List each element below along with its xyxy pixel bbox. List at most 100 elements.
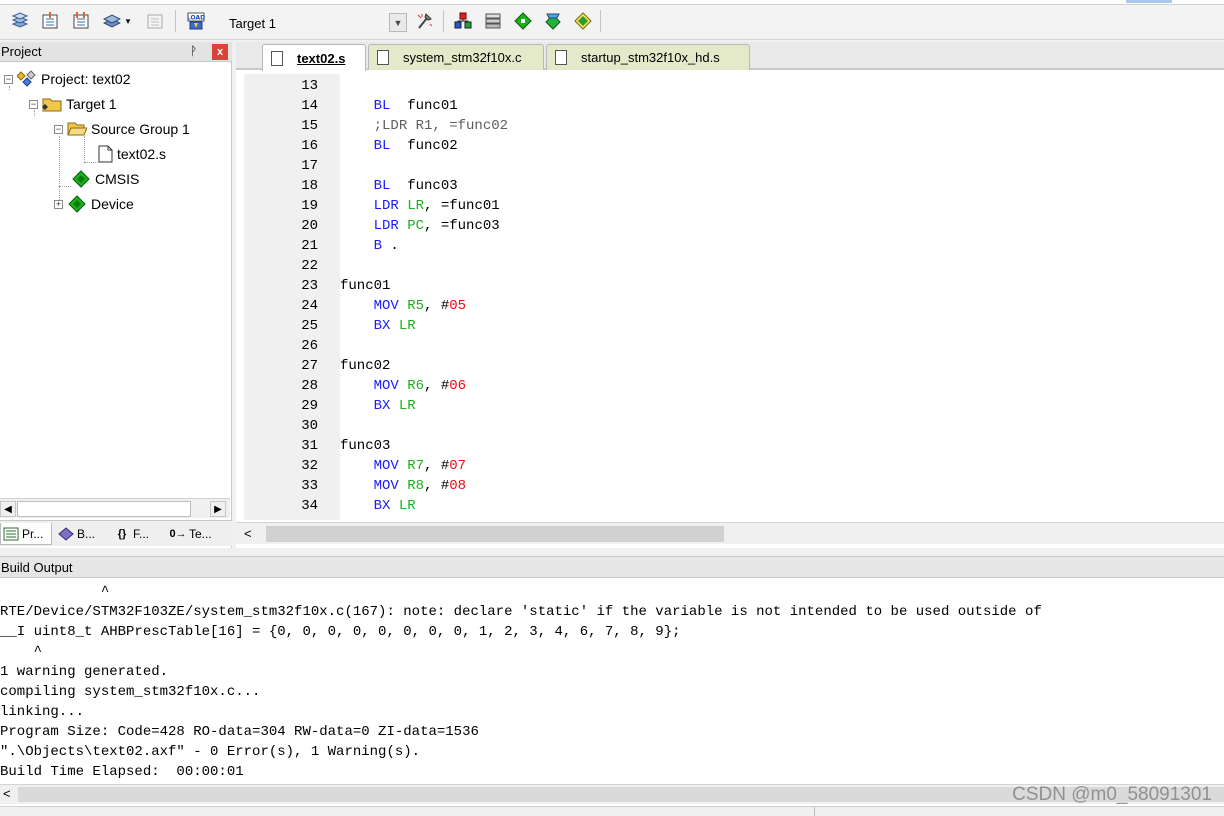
select-packs-icon[interactable] (483, 11, 503, 31)
code-line[interactable]: 33 MOV R8, #08 (244, 476, 1224, 496)
tree-item-label: CMSIS (95, 171, 140, 187)
code-line[interactable]: 22 (244, 256, 1224, 276)
code-line[interactable]: 20 LDR PC, =func03 (244, 216, 1224, 236)
tab-label: F... (133, 527, 150, 541)
target-options-icon[interactable] (415, 11, 435, 31)
tree-item-label: Source Group 1 (91, 121, 190, 137)
editor-horizontal-scrollbar[interactable]: < (236, 522, 1224, 544)
tree-item-label: text02.s (117, 146, 167, 162)
download-icon[interactable]: LOAD (186, 11, 206, 31)
file-icon (377, 50, 389, 65)
code-line[interactable]: 34 BX LR (244, 496, 1224, 516)
code-area[interactable]: 13 14 BL func01 15 ;LDR R1, =func02 16 BL f… (244, 74, 1224, 520)
build-icon[interactable] (40, 11, 60, 31)
code-text: B . (340, 236, 399, 256)
tree-item-target[interactable]: − Target 1 (29, 93, 117, 115)
line-number: 28 (301, 378, 318, 394)
scroll-thumb[interactable] (266, 526, 724, 542)
tab-templates[interactable]: 0→ Te... (168, 523, 228, 545)
scroll-left-icon[interactable]: < (244, 526, 252, 541)
line-number: 32 (301, 458, 318, 474)
project-panel-title: Project (1, 44, 42, 59)
tree-item-project[interactable]: − Project: text02 (4, 68, 131, 90)
line-number: 24 (301, 298, 318, 314)
batch-build-dropdown-icon[interactable]: ▾ (122, 11, 134, 31)
batch-build-icon[interactable] (102, 11, 122, 31)
tree-item-source-group[interactable]: − Source Group 1 (54, 118, 190, 140)
tab-system-stm32f10x-c[interactable]: system_stm32f10x.c (368, 44, 544, 70)
code-line[interactable]: 17 (244, 156, 1224, 176)
code-line[interactable]: 13 (244, 76, 1224, 96)
collapse-icon[interactable]: − (4, 74, 13, 84)
code-token: BL (373, 138, 391, 154)
code-token: , =func03 (424, 218, 500, 234)
tab-label: text02.s (297, 50, 346, 66)
line-number: 35 (244, 516, 318, 520)
code-line[interactable]: 15 ;LDR R1, =func02 (244, 116, 1224, 136)
project-icon (17, 70, 37, 88)
code-line[interactable]: 21 B . (244, 236, 1224, 256)
file-icon (97, 145, 113, 163)
code-line[interactable]: 29 BX LR (244, 396, 1224, 416)
code-line[interactable]: 16 BL func02 (244, 136, 1224, 156)
tab-functions[interactable]: {} F... (112, 523, 164, 545)
code-token: R8 (407, 478, 425, 494)
build-output-line: compiling system_stm32f10x.c... (0, 684, 261, 700)
code-line[interactable]: 23 func01 (244, 276, 1224, 296)
code-line[interactable]: 24 MOV R5, #05 (244, 296, 1224, 316)
code-token: 07 (449, 458, 467, 474)
pack-installer-icon[interactable] (513, 11, 533, 31)
code-token: . (382, 238, 399, 254)
pin-icon[interactable]: ᚹ (190, 44, 197, 58)
code-line[interactable]: 18 BL func03 (244, 176, 1224, 196)
code-token: B (373, 238, 383, 254)
tree-item-cmsis[interactable]: CMSIS (71, 168, 139, 190)
code-line[interactable]: 26 (244, 336, 1224, 356)
tree-connector (84, 162, 98, 163)
tree-item-file[interactable]: text02.s (97, 143, 166, 165)
manage-components-icon[interactable] (453, 11, 473, 31)
manage-rte-icon[interactable] (543, 11, 563, 31)
translate-icon[interactable] (10, 11, 30, 31)
tab-books[interactable]: B... (56, 523, 108, 545)
code-line[interactable]: 14 BL func01 (244, 96, 1224, 116)
code-line[interactable]: 32 MOV R7, #07 (244, 456, 1224, 476)
code-line[interactable]: 30 (244, 416, 1224, 436)
project-horizontal-scrollbar[interactable]: ◀ ▶ (0, 498, 230, 518)
templates-tab-icon: 0→ (169, 528, 187, 540)
code-line[interactable]: 35 (244, 516, 1224, 520)
chevron-down-icon[interactable]: ▼ (389, 13, 407, 32)
scroll-thumb[interactable] (17, 501, 191, 517)
code-token: func01 (390, 98, 458, 114)
target-select[interactable]: Target 1 ▼ (222, 11, 408, 33)
event-recorder-icon[interactable] (573, 11, 593, 31)
code-line[interactable]: 25 BX LR (244, 316, 1224, 336)
tab-startup-stm32f10x-hd-s[interactable]: startup_stm32f10x_hd.s (546, 44, 750, 70)
code-line[interactable]: 31 func03 (244, 436, 1224, 456)
rebuild-icon[interactable] (71, 11, 91, 31)
line-number: 25 (301, 318, 318, 334)
code-line[interactable]: 27 func02 (244, 356, 1224, 376)
scroll-left-icon[interactable]: ◀ (0, 501, 16, 517)
tab-project[interactable]: Pr... (0, 523, 52, 545)
tree-item-device[interactable]: + Device (54, 193, 134, 215)
code-token: , # (424, 478, 450, 494)
expand-icon[interactable]: + (54, 199, 63, 209)
close-icon[interactable]: x (212, 44, 228, 60)
tab-label: Pr... (22, 526, 44, 541)
tab-text02-s[interactable]: text02.s (262, 44, 366, 71)
code-text: ;LDR R1, =func02 (340, 116, 508, 136)
scroll-left-icon[interactable]: < (3, 786, 11, 801)
tree-connector (59, 186, 71, 187)
code-line[interactable]: 28 MOV R6, #06 (244, 376, 1224, 396)
code-line[interactable]: 19 LDR LR, =func01 (244, 196, 1224, 216)
scroll-right-icon[interactable]: ▶ (210, 501, 226, 517)
collapse-icon[interactable]: − (29, 99, 38, 109)
code-token: LR (407, 198, 425, 214)
collapse-icon[interactable]: − (54, 124, 63, 134)
